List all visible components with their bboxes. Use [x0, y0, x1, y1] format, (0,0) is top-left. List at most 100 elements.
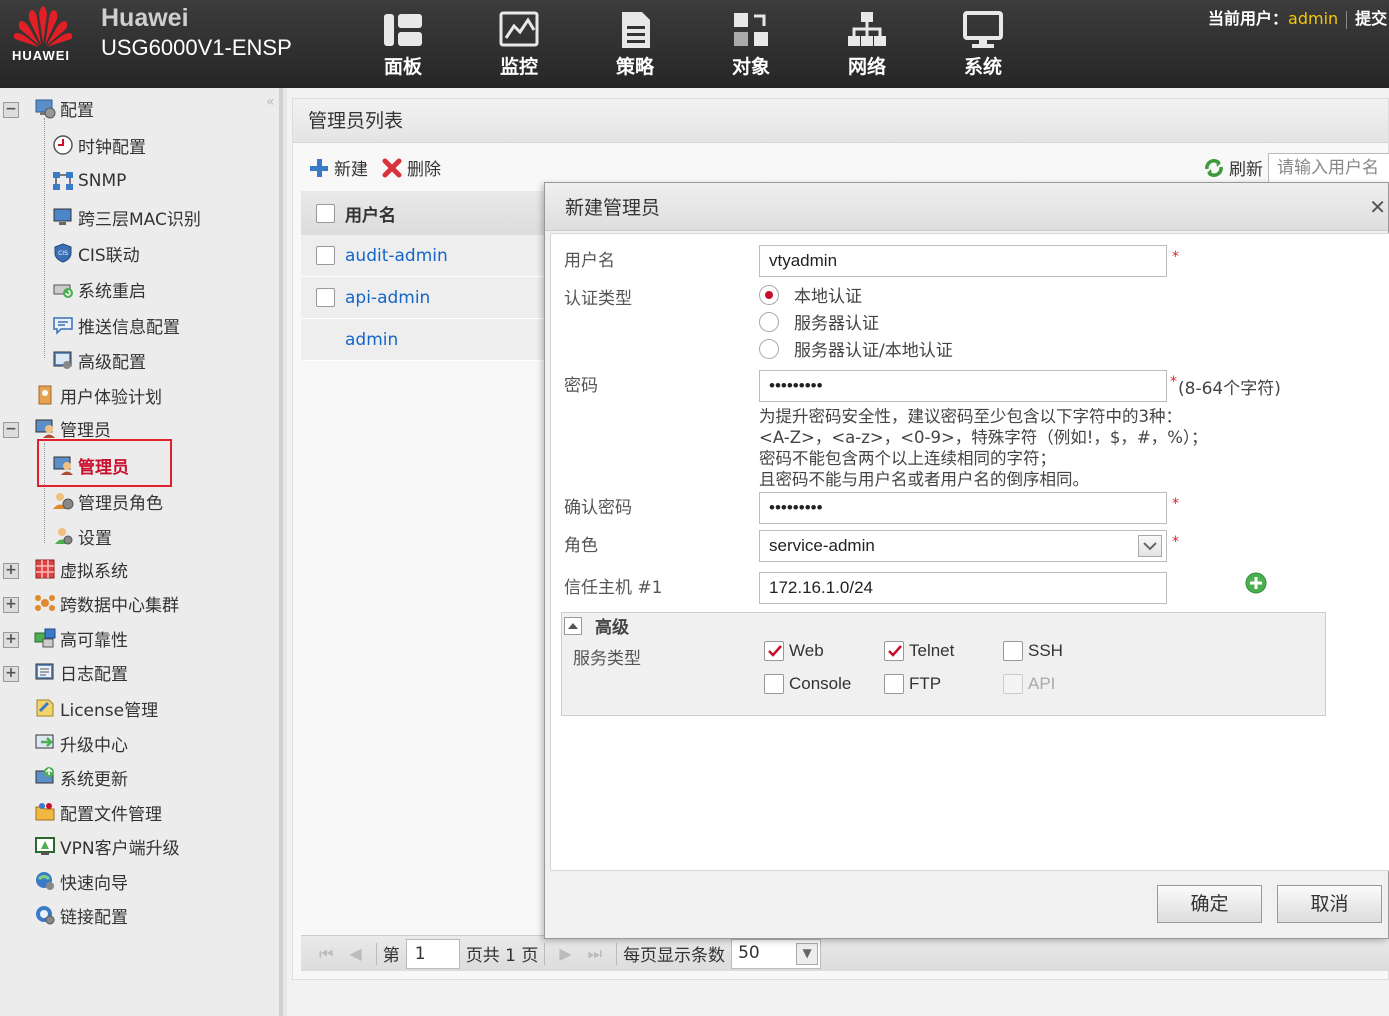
next-page-icon[interactable]: ▶ — [559, 944, 571, 963]
password-field[interactable]: ••••••••• — [759, 370, 1167, 402]
sidebar-item-clock[interactable]: 时钟配置 — [52, 130, 146, 160]
table-row[interactable]: audit-admin — [301, 235, 551, 277]
nav-network[interactable]: 网络 — [809, 0, 925, 88]
cancel-button[interactable]: 取消 — [1277, 885, 1382, 923]
trusted-host-label: 信任主机 #1 — [564, 578, 663, 598]
page-number-input[interactable]: 1 — [405, 938, 460, 969]
nav-system[interactable]: 系统 — [925, 0, 1041, 88]
nav-policy[interactable]: 策略 — [577, 0, 693, 88]
collapse-sidebar-icon[interactable]: « — [266, 94, 275, 110]
chevron-down-icon — [1138, 535, 1162, 557]
username-link[interactable]: api-admin — [345, 288, 430, 308]
per-page-label: 每页显示条数 — [623, 946, 726, 966]
sidebar-item-settings[interactable]: 设置 — [52, 521, 112, 551]
config-file-icon — [35, 803, 55, 821]
nav-object[interactable]: 对象 — [693, 0, 809, 88]
sidebar-item-link-config[interactable]: 链接配置 — [34, 900, 128, 930]
sidebar-item-quick-wizard[interactable]: 快速向导 — [34, 866, 128, 896]
confirm-password-field[interactable]: ••••••••• — [759, 492, 1167, 524]
policy-icon — [622, 12, 650, 48]
sidebar-item-config[interactable]: 配置 — [34, 93, 94, 123]
collapse-toggle-config[interactable]: − — [3, 102, 19, 118]
refresh-button[interactable]: 刷新 — [1203, 155, 1263, 180]
first-page-icon[interactable]: ⏮ — [319, 944, 333, 964]
sidebar-item-cross-dc-cluster[interactable]: 跨数据中心集群 — [34, 588, 179, 618]
high-availability-icon — [34, 628, 56, 648]
sidebar-item-admin-role[interactable]: 管理员角色 — [52, 486, 163, 516]
service-ftp-checkbox[interactable]: FTP — [884, 674, 941, 694]
username-link[interactable]: admin — [345, 330, 398, 350]
object-icon — [734, 13, 768, 46]
auth-local-radio[interactable]: 本地认证 — [759, 282, 862, 307]
sidebar-item-advanced-config[interactable]: 高级配置 — [52, 345, 146, 375]
row-checkbox[interactable] — [316, 288, 335, 307]
expand-toggle-ha[interactable]: + — [3, 632, 19, 648]
password-length-note: (8-64个字符) — [1178, 379, 1281, 399]
sidebar-item-system-update[interactable]: 系统更新 — [34, 762, 128, 792]
settings-icon — [55, 528, 73, 545]
sidebar-item-reboot[interactable]: 系统重启 — [52, 274, 146, 304]
ok-button[interactable]: 确定 — [1157, 885, 1262, 923]
sidebar-item-cross-l3-mac[interactable]: 跨三层MAC识别 — [52, 202, 201, 232]
sidebar-item-high-availability[interactable]: 高可靠性 — [34, 623, 128, 653]
new-button[interactable]: 新建 — [308, 155, 368, 180]
sidebar-item-user-experience[interactable]: 用户体验计划 — [34, 380, 162, 410]
sidebar-item-virtual-system[interactable]: 虚拟系统 — [34, 554, 128, 584]
expand-toggle-vsys[interactable]: + — [3, 563, 19, 579]
username-field[interactable]: vtyadmin — [759, 245, 1167, 277]
prev-page-icon[interactable]: ◀ — [349, 944, 361, 963]
role-select[interactable]: service-admin — [759, 530, 1167, 562]
sidebar-item-vpn-client-upgrade[interactable]: VPN客户端升级 — [34, 831, 180, 861]
current-user-name[interactable]: admin — [1288, 9, 1338, 28]
row-checkbox[interactable] — [316, 246, 335, 265]
delete-icon — [382, 158, 402, 177]
confirm-password-label: 确认密码 — [564, 498, 632, 518]
service-ssh-checkbox[interactable]: SSH — [1003, 641, 1063, 661]
dialog-form: 用户名 vtyadmin * 认证类型 本地认证 服务器认证 服务器认证/本地认… — [550, 233, 1389, 871]
submit-link[interactable]: 提交 — [1355, 9, 1387, 28]
sidebar-item-snmp[interactable]: SNMP — [52, 166, 126, 196]
last-page-icon[interactable]: ⏭ — [588, 944, 602, 964]
log-config-icon — [35, 663, 54, 680]
nav-dashboard[interactable]: 面板 — [345, 0, 461, 88]
per-page-select[interactable]: 50 ▼ — [731, 938, 822, 969]
sidebar-item-cis[interactable]: CIS CIS联动 — [52, 238, 140, 268]
delete-button[interactable]: 删除 — [381, 155, 441, 180]
collapse-icon — [564, 616, 582, 635]
table-row[interactable]: admin — [301, 319, 551, 361]
service-telnet-checkbox[interactable]: Telnet — [884, 641, 954, 661]
username-label: 用户名 — [564, 251, 615, 271]
nav-dashboard-label: 面板 — [383, 56, 422, 78]
username-link[interactable]: audit-admin — [345, 246, 448, 266]
nav-monitor[interactable]: 监控 — [461, 0, 577, 88]
trusted-host-field[interactable]: 172.16.1.0/24 — [759, 572, 1167, 604]
auth-server-local-radio[interactable]: 服务器认证/本地认证 — [759, 336, 953, 361]
service-web-checkbox[interactable]: Web — [764, 641, 824, 661]
sidebar-item-upgrade-center[interactable]: 升级中心 — [34, 728, 128, 758]
required-mark: * — [1172, 249, 1179, 265]
service-console-checkbox[interactable]: Console — [764, 674, 851, 694]
search-input[interactable]: 请输入用户名 — [1268, 153, 1389, 183]
select-all-checkbox[interactable] — [316, 203, 335, 223]
add-icon — [310, 158, 328, 177]
close-icon[interactable]: ✕ — [1369, 195, 1386, 219]
collapse-toggle-admin[interactable]: − — [3, 422, 19, 438]
upgrade-icon — [35, 734, 54, 749]
reboot-icon — [53, 284, 73, 298]
sidebar-item-license[interactable]: License管理 — [34, 693, 158, 723]
auth-server-radio[interactable]: 服务器认证 — [759, 309, 879, 334]
sidebar-item-log-config[interactable]: 日志配置 — [34, 657, 128, 687]
service-type-label: 服务类型 — [573, 649, 641, 669]
sidebar-item-config-file[interactable]: 配置文件管理 — [34, 797, 162, 827]
brand-name: Huawei — [101, 4, 189, 32]
add-trusted-host-icon[interactable] — [1245, 572, 1267, 594]
link-config-icon — [36, 906, 55, 925]
selected-highlight — [37, 439, 172, 487]
advanced-toggle[interactable]: 高级 — [564, 613, 629, 638]
system-update-icon — [35, 767, 54, 784]
table-row[interactable]: api-admin — [301, 277, 551, 319]
sidebar-item-push-message[interactable]: 推送信息配置 — [52, 310, 180, 340]
svg-text:CIS: CIS — [58, 250, 68, 257]
expand-toggle-cluster[interactable]: + — [3, 597, 19, 613]
expand-toggle-log[interactable]: + — [3, 666, 19, 682]
